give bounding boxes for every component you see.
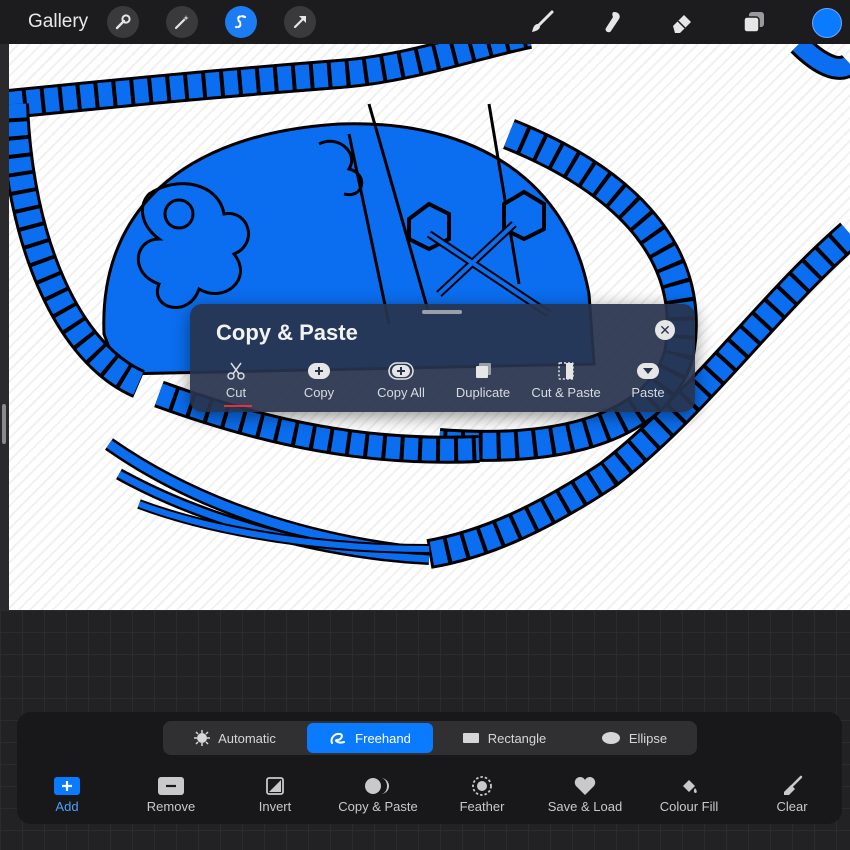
copy-paste-button[interactable]: Copy & Paste [328,775,428,814]
cut-paste-button[interactable]: Cut & Paste [525,360,607,400]
duplicate-icon [442,360,524,382]
selection-panel: Automatic Freehand Rectangle Ellipse Add… [17,712,842,824]
clear-label: Clear [776,799,808,814]
freehand-icon [330,732,346,744]
sidebar-handle[interactable] [2,404,6,444]
cut-button[interactable]: Cut [195,360,277,400]
save-load-button[interactable]: Save & Load [535,775,635,814]
clear-brush-icon [742,775,842,797]
scissors-icon [195,360,277,382]
invert-icon [225,775,325,797]
paste-button[interactable]: Paste [607,360,689,400]
duplicate-label: Duplicate [455,385,511,400]
ellipse-icon [601,732,620,744]
colour-fill-icon [639,775,739,797]
automatic-icon [194,730,211,746]
add-label: Add [55,799,79,814]
invert-label: Invert [258,799,292,814]
remove-icon [121,775,221,797]
paste-icon [607,360,689,382]
left-sidebar-edge [0,44,9,610]
copy-plus-icon [278,360,360,382]
transform-arrow-icon[interactable] [284,6,316,38]
mode-freehand-label: Freehand [355,730,411,746]
selection-mode-bar: Automatic Freehand Rectangle Ellipse [163,721,697,755]
mode-automatic[interactable]: Automatic [167,723,303,753]
mode-freehand[interactable]: Freehand [307,723,433,753]
cut-paste-label: Cut & Paste [531,385,601,400]
panel-title: Copy & Paste [216,320,358,345]
eraser-icon[interactable] [667,8,697,36]
mode-automatic-label: Automatic [218,730,276,746]
add-button[interactable]: Add [17,775,117,814]
colour-fill-label: Colour Fill [659,799,719,814]
remove-button[interactable]: Remove [121,775,221,814]
save-load-label: Save & Load [547,799,623,814]
cut-label: Cut [225,385,247,400]
selection-icon[interactable] [225,6,257,38]
duplicate-button[interactable]: Duplicate [442,360,524,400]
mode-rectangle-label: Rectangle [487,730,547,746]
smudge-icon[interactable] [597,8,627,36]
wrench-icon[interactable] [107,6,139,38]
rectangle-icon [462,733,479,743]
brush-icon[interactable] [527,8,557,36]
cut-paste-icon [525,360,607,382]
copy-all-icon [360,360,442,382]
paste-label: Paste [631,385,665,400]
copy-all-label: Copy All [377,385,425,400]
colour-fill-button[interactable]: Colour Fill [639,775,739,814]
active-underline [224,405,252,407]
remove-label: Remove [146,799,196,814]
copy-paste-icon [328,775,428,797]
magic-wand-icon[interactable] [166,6,198,38]
copy-label: Copy [303,385,335,400]
mode-ellipse[interactable]: Ellipse [575,723,693,753]
heart-icon [535,775,635,797]
copy-button[interactable]: Copy [278,360,360,400]
copy-all-button[interactable]: Copy All [360,360,442,400]
invert-button[interactable]: Invert [225,775,325,814]
color-picker-swatch[interactable] [812,8,842,38]
panel-drag-handle[interactable] [422,310,462,314]
gallery-button[interactable]: Gallery [28,11,88,33]
close-button[interactable]: ✕ [655,320,675,340]
layers-icon[interactable] [739,8,769,36]
copy-paste-label: Copy & Paste [338,799,418,814]
copy-paste-panel: Copy & Paste ✕ Cut Copy Copy All Duplica… [190,304,695,412]
top-toolbar: Gallery [0,0,850,44]
feather-button[interactable]: Feather [432,775,532,814]
clear-button[interactable]: Clear [742,775,842,814]
add-icon [17,775,117,797]
feather-label: Feather [459,799,505,814]
mode-ellipse-label: Ellipse [628,730,668,746]
mode-rectangle[interactable]: Rectangle [437,723,571,753]
feather-icon [432,775,532,797]
close-icon: ✕ [659,322,671,338]
